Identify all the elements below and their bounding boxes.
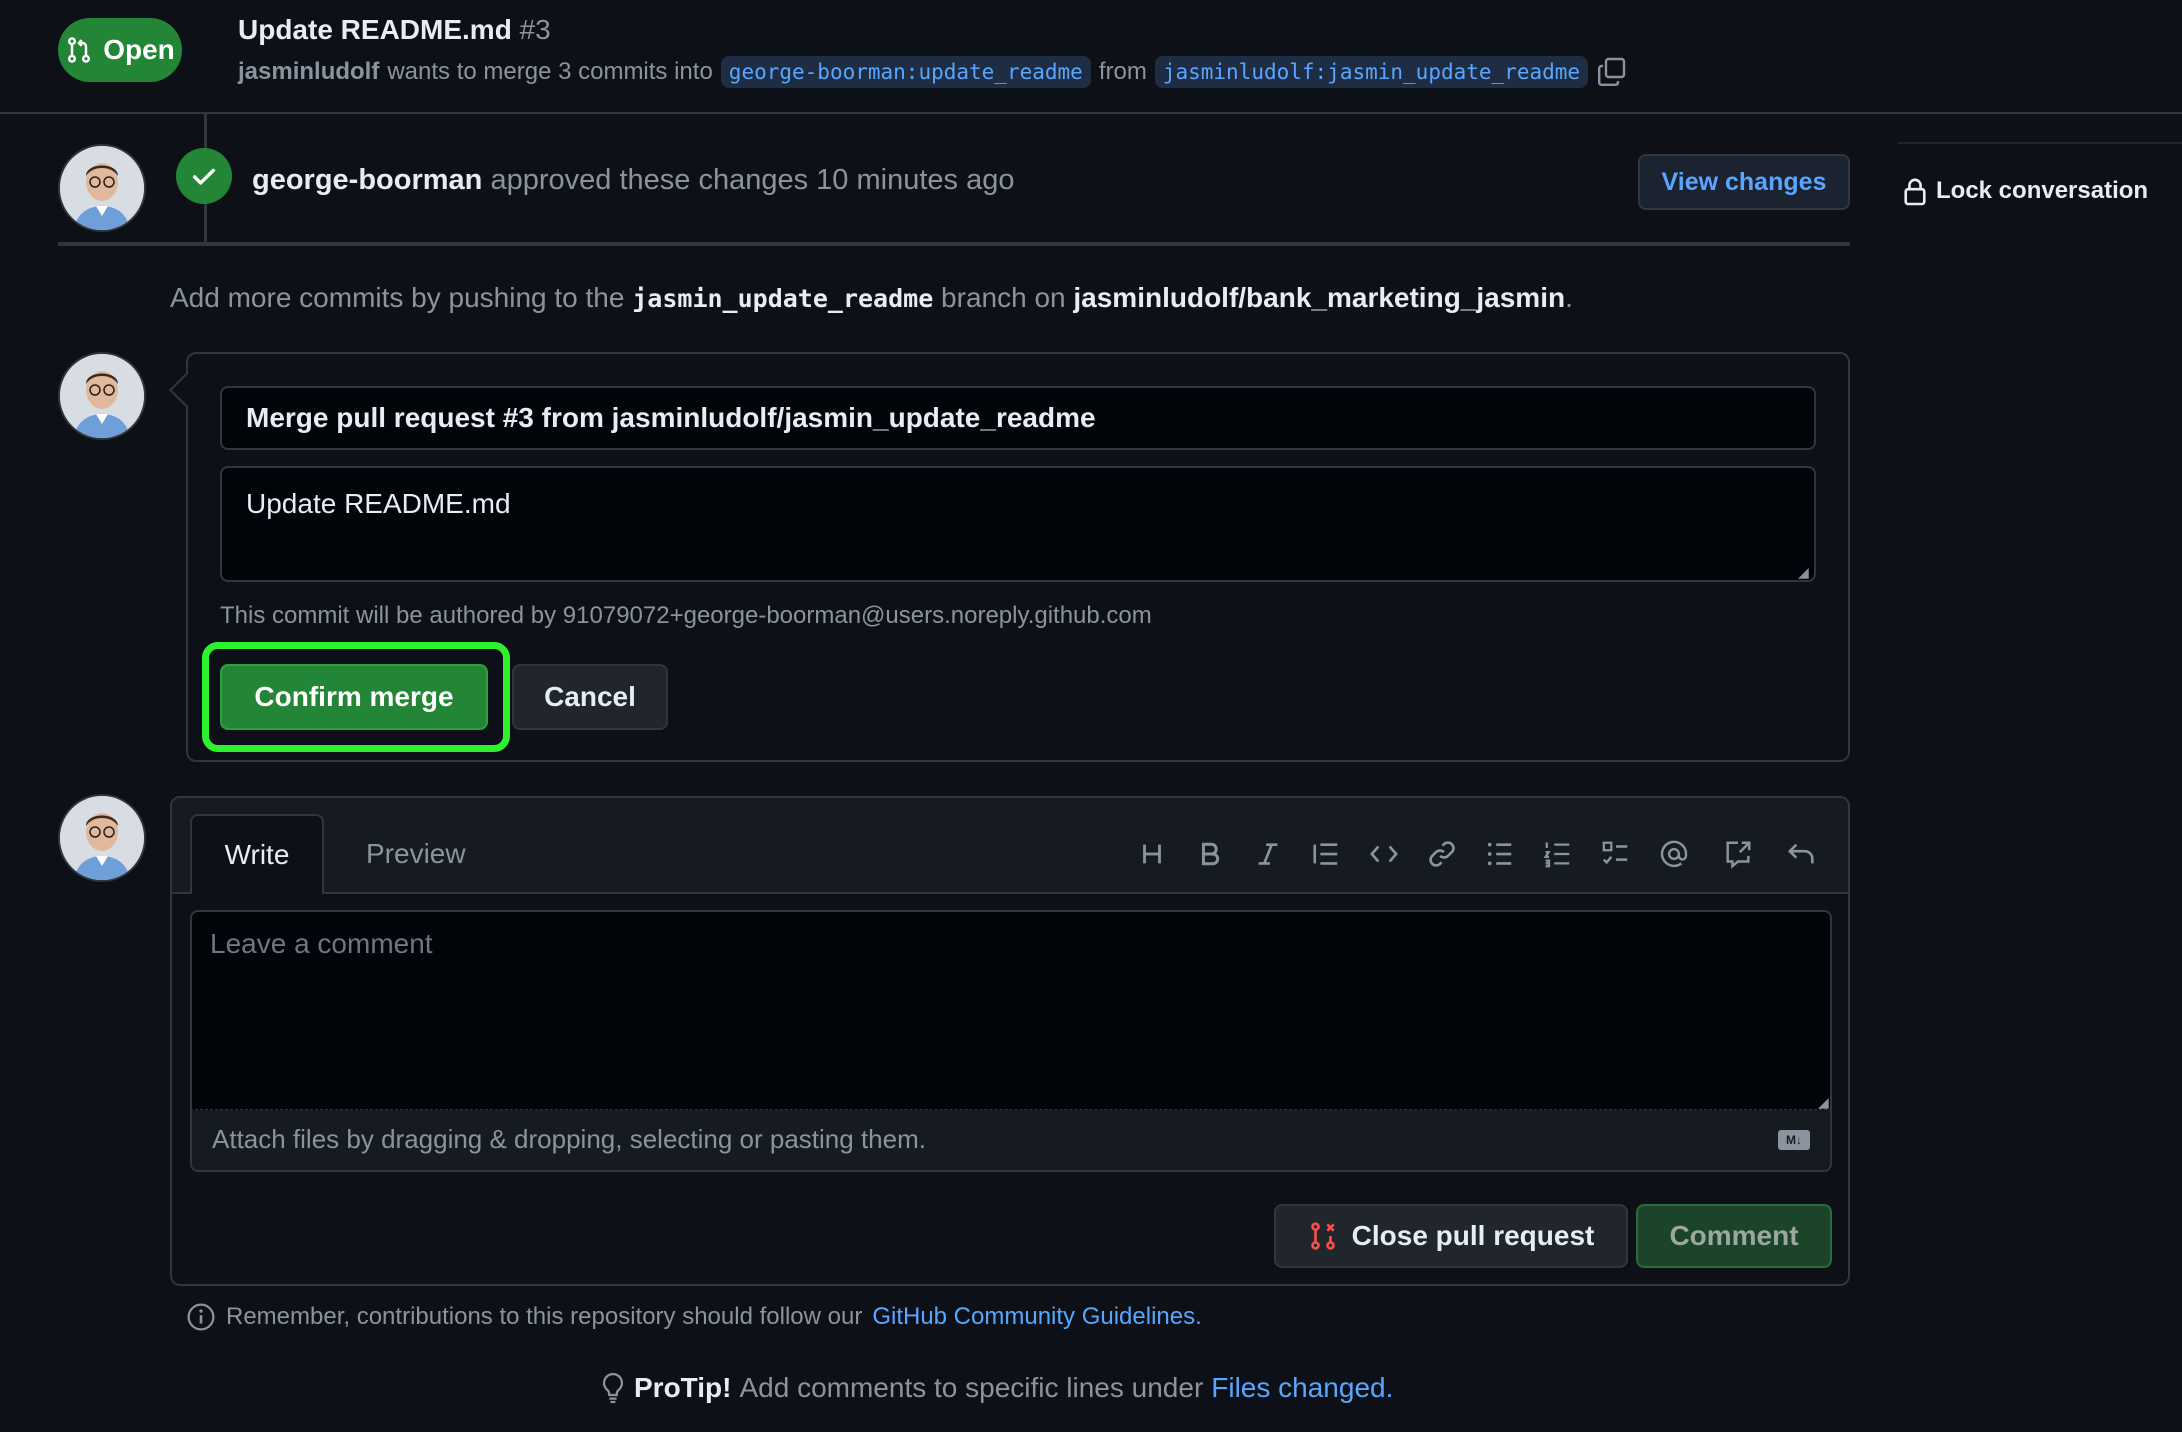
pr-author-link[interactable]: jasminludolf (238, 58, 379, 86)
pr-subtitle: jasminludolf wants to merge 3 commits in… (238, 56, 1628, 88)
push-hint-suffix: . (1565, 282, 1573, 313)
code-icon[interactable] (1364, 834, 1404, 874)
state-badge-open: Open (58, 18, 182, 82)
bold-icon[interactable] (1190, 834, 1230, 874)
files-changed-link[interactable]: Files changed (1211, 1372, 1385, 1403)
approval-description: approved these changes 10 minutes ago (490, 164, 1015, 196)
close-pull-request-label: Close pull request (1351, 1220, 1595, 1251)
unordered-list-icon[interactable] (1480, 834, 1520, 874)
merge-title-input[interactable] (220, 386, 1816, 450)
guidelines-note: Remember, contributions to this reposito… (186, 1302, 1202, 1332)
undo-icon[interactable] (1782, 834, 1822, 874)
cancel-button[interactable]: Cancel (512, 664, 668, 730)
approval-event: george-boorman approved these changes 10… (252, 164, 1014, 197)
base-branch[interactable]: george-boorman:update_readme (720, 56, 1091, 88)
header-divider (0, 112, 2182, 114)
comment-button[interactable]: Comment (1636, 1204, 1832, 1268)
pr-title-text: Update README.md (238, 14, 512, 45)
markdown-icon[interactable]: M↓ (1778, 1130, 1810, 1150)
resize-handle-icon[interactable]: ◢ (1798, 564, 1809, 581)
comment-input[interactable] (190, 910, 1832, 1110)
pr-number: #3 (519, 14, 551, 45)
push-hint-middle: branch on (941, 282, 1066, 313)
push-hint: Add more commits by pushing to the jasmi… (170, 282, 1573, 314)
push-hint-prefix: Add more commits by pushing to the (170, 282, 625, 313)
attach-files-bar[interactable]: Attach files by dragging & dropping, sel… (190, 1110, 1832, 1172)
guidelines-text: Remember, contributions to this reposito… (226, 1303, 863, 1330)
git-pull-request-closed-icon (1310, 1222, 1335, 1250)
copy-icon[interactable] (1596, 56, 1628, 88)
avatar[interactable] (58, 352, 146, 440)
tab-write[interactable]: Write (190, 814, 324, 894)
merge-description: wants to merge 3 commits into (387, 58, 713, 85)
from-text: from (1098, 58, 1147, 85)
lock-conversation-link[interactable]: Lock conversation (1902, 176, 2148, 206)
reference-icon[interactable] (1718, 834, 1758, 874)
resize-handle-icon[interactable]: ◢ (1818, 1094, 1829, 1111)
state-label: Open (103, 34, 175, 65)
pr-title: Update README.md #3 (238, 14, 551, 46)
mention-icon[interactable] (1654, 834, 1694, 874)
avatar[interactable] (58, 144, 146, 232)
ordered-list-icon[interactable] (1538, 834, 1578, 874)
confirm-merge-button[interactable]: Confirm merge (220, 664, 488, 730)
italic-icon[interactable] (1248, 834, 1288, 874)
community-guidelines-link[interactable]: GitHub Community Guidelines (872, 1303, 1195, 1330)
push-hint-branch: jasmin_update_readme (632, 284, 934, 313)
heading-icon[interactable] (1132, 834, 1172, 874)
avatar[interactable] (58, 794, 146, 882)
merge-body-input[interactable]: Update README.md (220, 466, 1816, 582)
git-pull-request-icon (68, 37, 91, 63)
lock-label: Lock conversation (1936, 177, 2149, 204)
reviewer-link[interactable]: george-boorman (252, 164, 482, 196)
quote-icon[interactable] (1306, 834, 1346, 874)
lock-icon (1904, 178, 1926, 206)
head-branch[interactable]: jasminludolf:jasmin_update_readme (1154, 56, 1589, 88)
light-bulb-icon (602, 1372, 624, 1404)
commit-author-note: This commit will be authored by 91079072… (220, 602, 1152, 629)
link-icon[interactable] (1422, 834, 1462, 874)
tab-preview[interactable]: Preview (350, 814, 482, 894)
timeline-divider (58, 242, 1850, 246)
view-changes-button[interactable]: View changes (1638, 154, 1850, 210)
sidebar-divider (1898, 142, 2182, 144)
guidelines-suffix: . (1195, 1303, 1202, 1330)
task-list-icon[interactable] (1596, 834, 1636, 874)
protip-label: ProTip! (634, 1372, 732, 1403)
approved-check-icon (176, 148, 232, 204)
info-icon (187, 1303, 215, 1331)
protip-suffix: . (1385, 1372, 1394, 1403)
push-hint-repo[interactable]: jasminludolf/bank_marketing_jasmin (1073, 282, 1565, 313)
protip: ProTip! Add comments to specific lines u… (600, 1372, 1393, 1404)
close-pull-request-button[interactable]: Close pull request (1274, 1204, 1628, 1268)
protip-text: Add comments to specific lines under (739, 1372, 1204, 1403)
